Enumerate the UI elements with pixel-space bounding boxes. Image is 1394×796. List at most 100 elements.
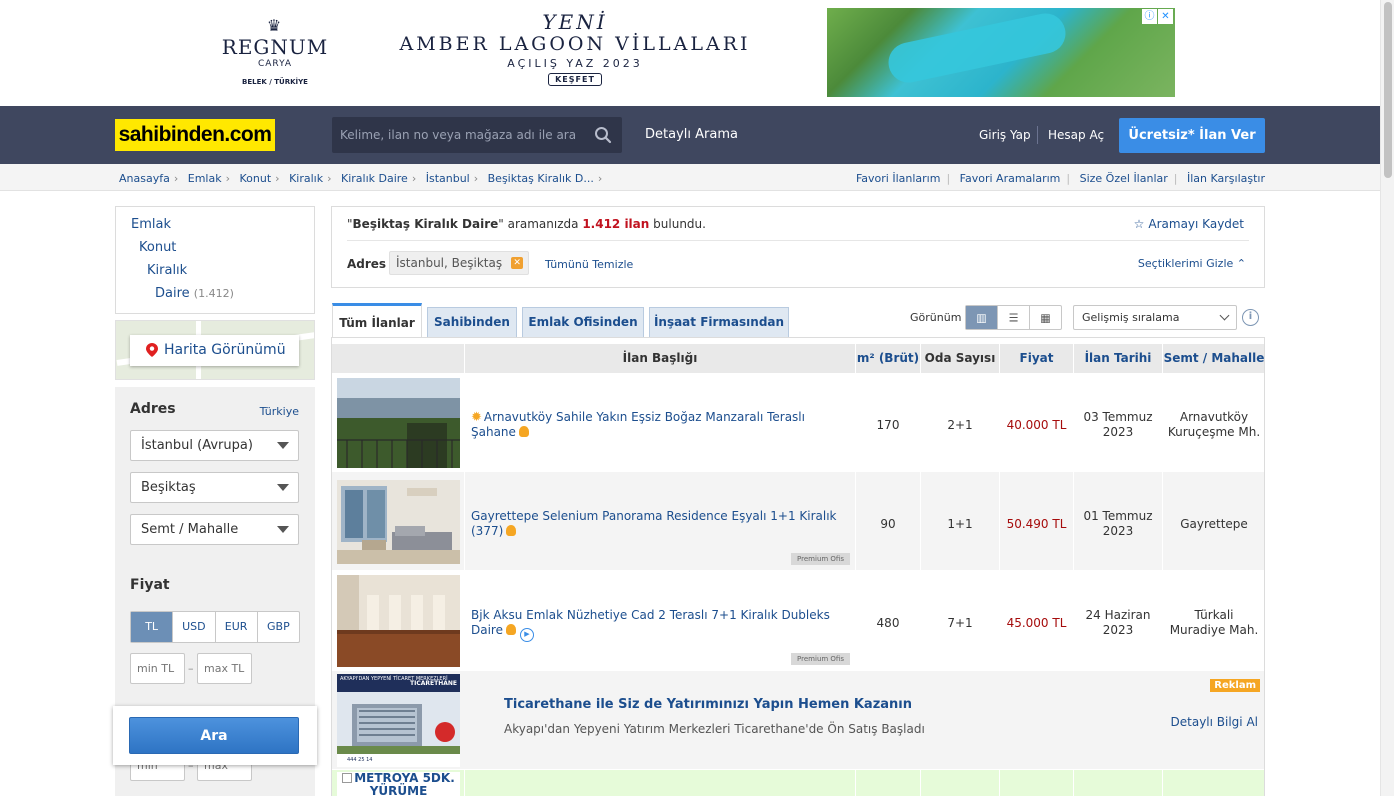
listing-photo[interactable]: METROYA 5DK. YÜRÜME (337, 772, 460, 796)
info-icon[interactable]: i (1242, 309, 1259, 326)
more-info-link[interactable]: Detaylı Bilgi Al (1171, 715, 1258, 729)
listing-title-text[interactable]: Gayrettepe Selenium Panorama Residence E… (471, 509, 837, 538)
area-value: 170 (876, 418, 900, 432)
advertisement-banner[interactable]: ♛ REGNUM CARYA BELEK / TÜRKİYE YENİ AMBE… (205, 8, 1175, 97)
title-cell: ✹ Arnavutköy Sahile Yakın Eşsiz Boğaz Man… (465, 373, 855, 471)
store-badge-icon (505, 624, 516, 635)
tab-real-estate-office[interactable]: Emlak Ofisinden (522, 307, 644, 337)
search-icon[interactable] (594, 126, 612, 144)
table-row[interactable]: Bjk Aksu Emlak Nüzhetiye Cad 2 Teraslı 7… (332, 571, 1264, 670)
city-select[interactable]: İstanbul (Avrupa) (130, 430, 299, 461)
listing-photo-alt: METROYA 5DK. YÜRÜME (354, 771, 455, 796)
listing-photo[interactable] (337, 480, 460, 564)
category-daire[interactable]: Daire (1.412) (155, 286, 234, 301)
category-konut[interactable]: Konut (139, 240, 176, 255)
table-row[interactable]: Gayrettepe Selenium Panorama Residence E… (332, 472, 1264, 570)
listing-title[interactable]: Gayrettepe Selenium Panorama Residence E… (471, 509, 849, 539)
tab-all-listings[interactable]: Tüm İlanlar (332, 303, 422, 338)
ad-brand-logo: ♛ REGNUM CARYA BELEK / TÜRKİYE (205, 8, 345, 97)
title-cell: Bjk Aksu Emlak Nüzhetiye Cad 2 Teraslı 7… (465, 571, 855, 670)
header-area[interactable]: m² (Brüt) (856, 344, 920, 373)
premium-office-badge: Premium Ofis (791, 553, 850, 565)
clear-all-link[interactable]: Tümünü Temizle (545, 258, 633, 271)
ad-info-icon[interactable]: ⓘ (1142, 9, 1157, 24)
district-select[interactable]: Beşiktaş (130, 472, 299, 503)
breadcrumb-item[interactable]: İstanbul (426, 172, 470, 185)
grid-view-button[interactable]: ▦ (1030, 306, 1061, 329)
table-row[interactable]: ✹ Arnavutköy Sahile Yakın Eşsiz Boğaz Man… (332, 373, 1264, 471)
breadcrumb-item[interactable]: Kiralık Daire (341, 172, 408, 185)
listing-title[interactable]: Bjk Aksu Emlak Nüzhetiye Cad 2 Teraslı 7… (471, 608, 849, 642)
scrollbar-thumb[interactable] (1384, 2, 1392, 178)
page-scrollbar[interactable] (1380, 0, 1394, 796)
header-date[interactable]: İlan Tarihi (1074, 344, 1162, 373)
listing-title[interactable]: ✹ Arnavutköy Sahile Yakın Eşsiz Boğaz Man… (471, 410, 849, 440)
close-icon[interactable]: ✕ (511, 257, 524, 269)
table-row[interactable]: METROYA 5DK. YÜRÜME (332, 770, 1264, 796)
range-dash: – (188, 662, 194, 675)
breadcrumb-item[interactable]: Konut (240, 172, 272, 185)
header-price[interactable]: Fiyat (1000, 344, 1073, 373)
star-icon: ☆ (1133, 217, 1145, 231)
date-day: 03 Temmuz (1083, 410, 1153, 424)
search-query: Beşiktaş Kiralık Daire (352, 217, 499, 231)
favorite-listings-link[interactable]: Favori İlanlarım (856, 172, 940, 185)
hide-selections-link[interactable]: Seçtiklerimi Gizle ⌃ (1138, 257, 1246, 270)
listing-photo[interactable] (337, 575, 460, 667)
max-price-input[interactable] (197, 653, 252, 684)
compare-listings-link[interactable]: İlan Karşılaştır (1187, 172, 1265, 185)
category-tree: Emlak Konut Kiralık Daire (1.412) (115, 206, 315, 314)
neighborhood-select[interactable]: Semt / Mahalle (130, 514, 299, 545)
listing-photo[interactable] (337, 378, 460, 468)
breadcrumb-item[interactable]: Kiralık (289, 172, 323, 185)
ad-close-icon[interactable]: ✕ (1158, 9, 1173, 24)
personalized-listings-link[interactable]: Size Özel İlanlar (1080, 172, 1168, 185)
currency-usd[interactable]: USD (173, 612, 216, 642)
sort-select[interactable]: Gelişmiş sıralama (1073, 305, 1237, 330)
search-input[interactable] (332, 117, 587, 153)
tab-by-owner[interactable]: Sahibinden (427, 307, 517, 337)
sponsored-listing-row[interactable]: AKYAPI'DAN YEPYENİ TİCARET MERKEZLERİ TI… (332, 671, 1264, 769)
register-link[interactable]: Hesap Aç (1048, 128, 1104, 142)
favorite-searches-link[interactable]: Favori Aramalarım (960, 172, 1061, 185)
sponsored-title[interactable]: Ticarethane ile Siz de Yatırımınızı Yapı… (504, 697, 912, 712)
query-suffix: " aramanızda (498, 217, 579, 231)
currency-eur[interactable]: EUR (216, 612, 258, 642)
breadcrumb-item[interactable]: Beşiktaş Kiralık D... (488, 172, 594, 185)
location-line-2: Muradiye Mah. (1169, 623, 1259, 637)
price-cell: 45.000 TL (1000, 571, 1073, 670)
chevron-right-icon: › (473, 172, 479, 185)
broken-image-icon (342, 773, 353, 783)
ad-cta-button[interactable]: KEŞFET (548, 73, 602, 86)
map-view-button[interactable]: Harita Görünümü (130, 335, 299, 366)
ad-badge: Reklam (1210, 679, 1260, 692)
header-location[interactable]: Semt / Mahalle (1163, 344, 1264, 373)
currency-gbp[interactable]: GBP (258, 612, 299, 642)
ad-resort-image[interactable]: ⓘ ✕ (827, 8, 1175, 97)
search-button[interactable]: Ara (129, 717, 299, 754)
ad-subline: AÇILIŞ YAZ 2023 (507, 57, 643, 70)
sponsored-description: Akyapı'dan Yepyeni Yatırım Merkezleri Ti… (504, 722, 925, 736)
login-link[interactable]: Giriş Yap (979, 128, 1031, 142)
column-divider (464, 770, 465, 796)
building-illustration (337, 692, 460, 754)
category-daire-label[interactable]: Daire (155, 286, 190, 301)
sponsored-listing-image[interactable]: AKYAPI'DAN YEPYENİ TİCARET MERKEZLERİ TI… (337, 674, 460, 767)
list-view-button[interactable]: ☰ (998, 306, 1030, 329)
tab-construction-firm[interactable]: İnşaat Firmasından (649, 307, 789, 337)
detailed-search-link[interactable]: Detaylı Arama (645, 127, 738, 142)
table-view-button[interactable]: ▥ (966, 306, 998, 329)
save-search-link[interactable]: ☆ Aramayı Kaydet (1134, 217, 1244, 231)
breadcrumb-item[interactable]: Anasayfa (119, 172, 170, 185)
site-logo[interactable]: sahibinden.com (115, 119, 275, 151)
country-link[interactable]: Türkiye (260, 405, 299, 418)
breadcrumb-item[interactable]: Emlak (188, 172, 222, 185)
post-ad-button[interactable]: Ücretsiz* İlan Ver (1119, 118, 1265, 153)
currency-tl[interactable]: TL (131, 612, 174, 642)
header-rooms: Oda Sayısı (921, 344, 999, 373)
min-price-input[interactable] (130, 653, 185, 684)
price-value: 50.490 TL (1006, 517, 1067, 531)
breadcrumb-bar: Anasayfa › Emlak › Konut › Kiralık › Kiralık… (0, 164, 1380, 191)
category-kiralik[interactable]: Kiralık (147, 263, 187, 278)
category-emlak[interactable]: Emlak (131, 217, 171, 232)
